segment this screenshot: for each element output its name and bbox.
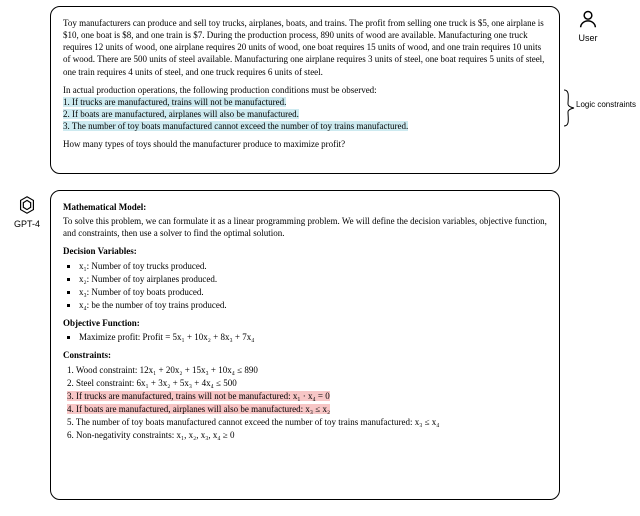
logic-constraint-1: 1. If trucks are manufactured, trains wi… (63, 96, 547, 108)
constraint-item: 4. If boats are manufactured, airplanes … (67, 403, 547, 415)
constraint-item: 6. Non-negativity constraints: x₁, x₂, x… (67, 429, 547, 441)
constraint-item: 1. Wood constraint: 12x₁ + 20x₂ + 15x₃ +… (67, 364, 547, 376)
logic-constraint-2: 2. If boats are manufactured, airplanes … (63, 108, 547, 120)
user-icon (577, 8, 599, 30)
user-message-bubble: Toy manufacturers can produce and sell t… (50, 6, 560, 174)
dv-item: x₃: Number of toy boats produced. (79, 286, 547, 298)
model-text: To solve this problem, we can formulate … (63, 215, 547, 239)
objective-heading: Objective Function: (63, 317, 547, 329)
logic-constraint-3: 3. The number of toy boats manufactured … (63, 120, 547, 132)
model-heading: Mathematical Model: (63, 201, 547, 213)
constraint-item: 2. Steel constraint: 6x₁ + 3x₂ + 5x₃ + 4… (67, 377, 547, 389)
openai-icon (16, 194, 38, 216)
conditions-intro: In actual production operations, the fol… (63, 84, 547, 96)
problem-paragraph-1: Toy manufacturers can produce and sell t… (63, 17, 547, 78)
objective-item: Maximize profit: Profit = 5x₁ + 10x₂ + 8… (79, 331, 547, 343)
logic-constraints-brace: Logic constraints (562, 88, 632, 128)
constraints-list: 1. Wood constraint: 12x₁ + 20x₂ + 15x₃ +… (63, 364, 547, 442)
dv-item: x₂: Number of toy airplanes produced. (79, 273, 547, 285)
decision-variables-list: x₁: Number of toy trucks produced. x₂: N… (63, 260, 547, 312)
brace-label: Logic constraints (576, 100, 636, 111)
decision-variables-heading: Decision Variables: (63, 245, 547, 257)
constraint-item: 5. The number of toy boats manufactured … (67, 416, 547, 428)
user-avatar: User (574, 8, 602, 44)
brace-icon (562, 88, 576, 128)
dv-item: x₁: Number of toy trucks produced. (79, 260, 547, 272)
constraint-item: 3. If trucks are manufactured, trains wi… (67, 390, 547, 402)
gpt-response-bubble: Mathematical Model: To solve this proble… (50, 190, 560, 500)
dv-item: x₄: be the number of toy trains produced… (79, 299, 547, 311)
gpt-label: GPT-4 (10, 218, 44, 230)
constraints-heading: Constraints: (63, 349, 547, 361)
question-text: How many types of toys should the manufa… (63, 138, 547, 150)
gpt-avatar: GPT-4 (10, 194, 44, 230)
objective-list: Maximize profit: Profit = 5x₁ + 10x₂ + 8… (63, 331, 547, 343)
user-label: User (574, 32, 602, 44)
